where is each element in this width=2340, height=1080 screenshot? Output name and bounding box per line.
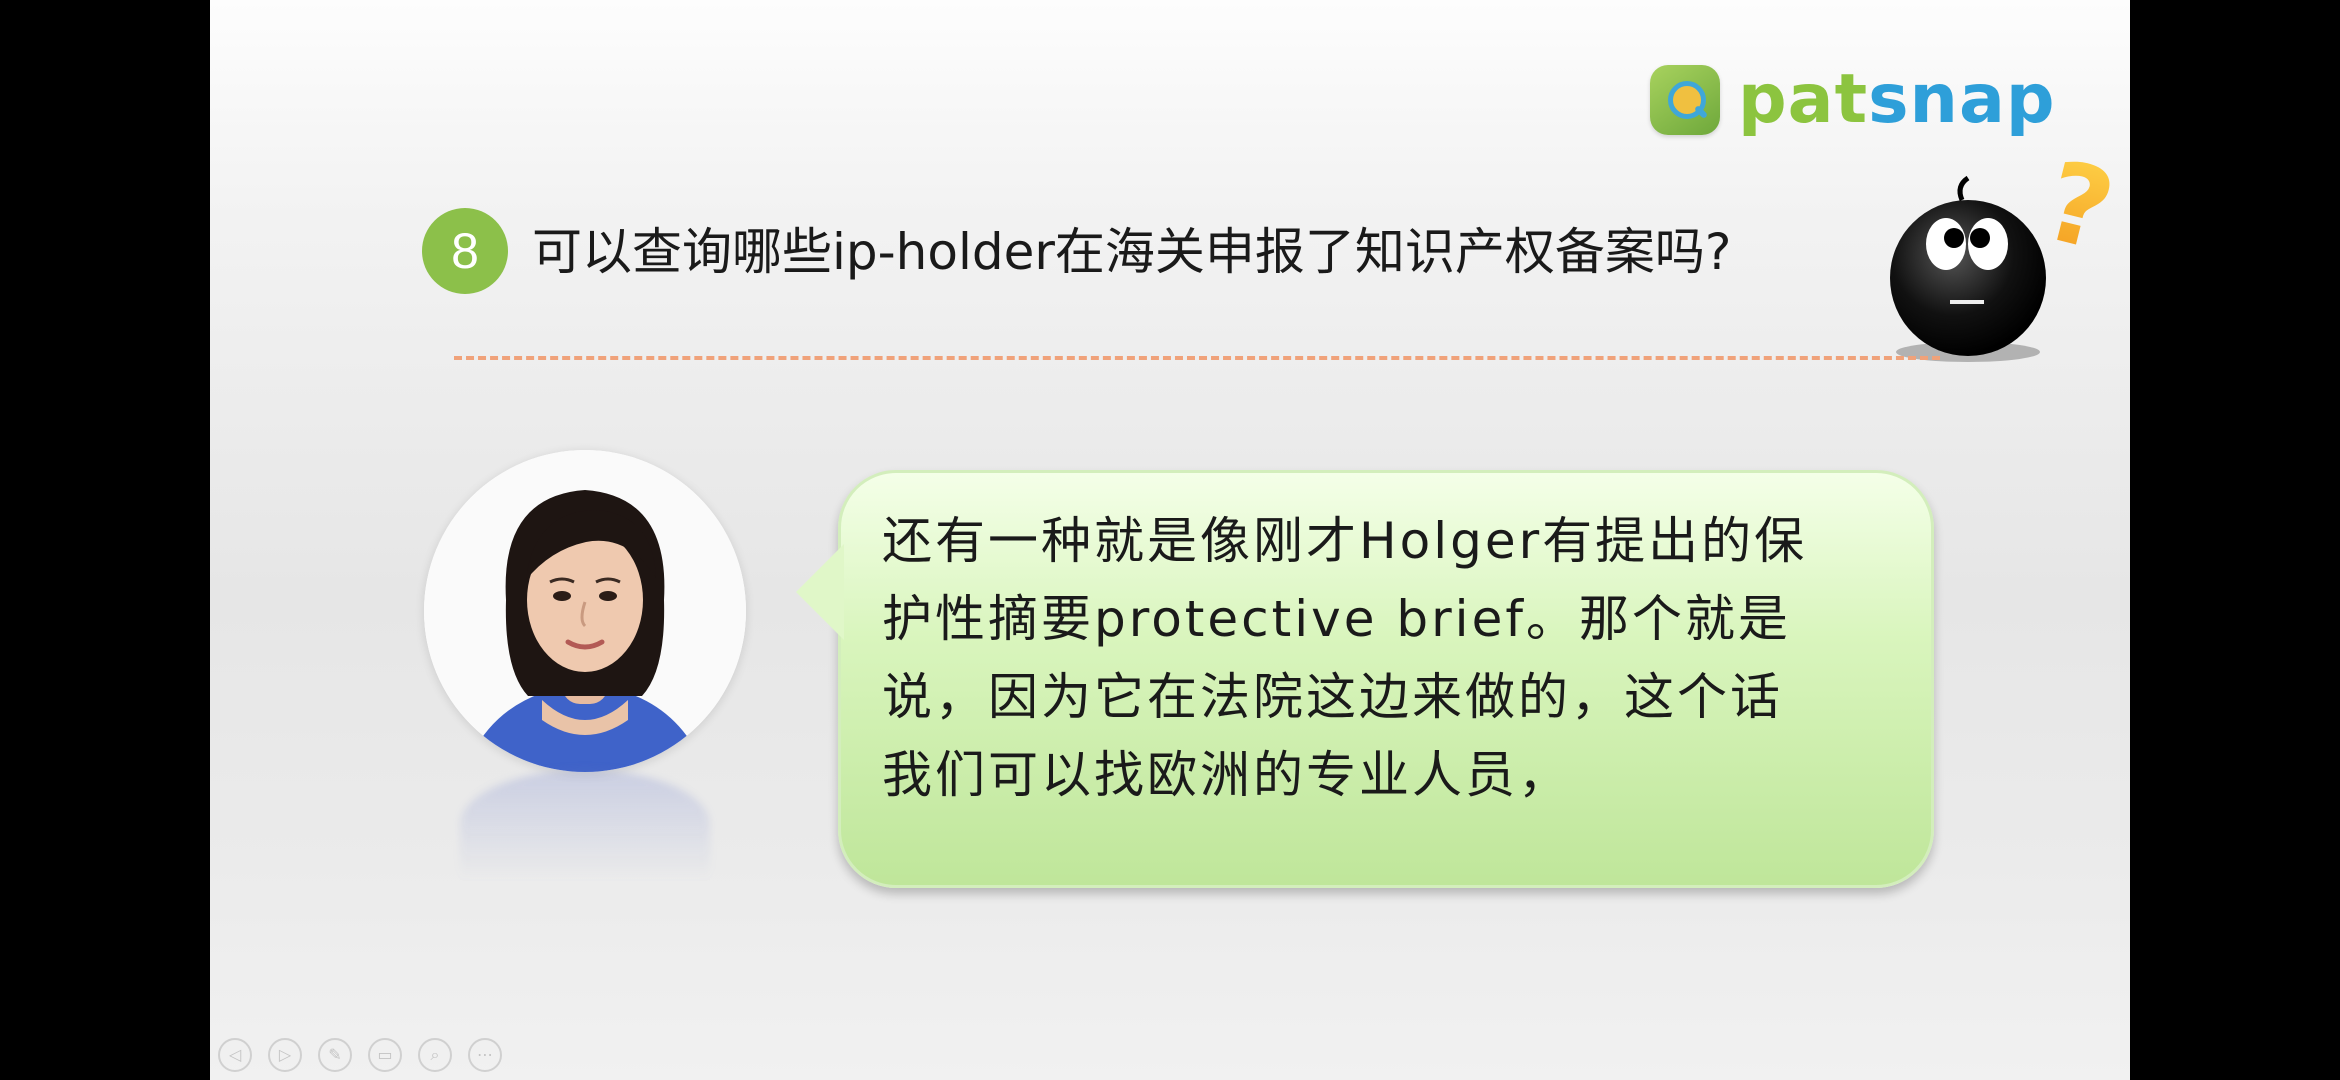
speech-bubble-text: 还有一种就是像刚才Holger有提出的保 护性摘要protective brie… (882, 512, 1808, 804)
speaker-avatar (424, 450, 746, 772)
forward-icon[interactable]: ▷ (268, 1038, 302, 1072)
woman-portrait-icon (424, 450, 746, 772)
speech-bubble-tail (796, 544, 844, 640)
presentation-slide: patsnap ? 8 可以查询哪些ip-holder在海关申报了知识产权备案吗… (210, 0, 2130, 1080)
dashed-divider (454, 356, 1940, 360)
confused-face-icon: ? (1890, 140, 2110, 362)
patsnap-logo: patsnap (1650, 58, 2056, 142)
avatar-reflection (460, 770, 710, 880)
question-mark-icon: ? (2033, 140, 2110, 276)
logo-text: patsnap (1738, 60, 2056, 139)
slides-icon[interactable]: ▭ (368, 1038, 402, 1072)
question-heading: 可以查询哪些ip-holder在海关申报了知识产权备案吗? (532, 223, 1732, 281)
pen-icon[interactable]: ✎ (318, 1038, 352, 1072)
question-number-badge: 8 (422, 208, 508, 294)
slideshow-toolbar: ◁ ▷ ✎ ▭ ⌕ ⋯ (218, 1038, 502, 1072)
video-frame: patsnap ? 8 可以查询哪些ip-holder在海关申报了知识产权备案吗… (0, 0, 2340, 1080)
more-icon[interactable]: ⋯ (468, 1038, 502, 1072)
back-icon[interactable]: ◁ (218, 1038, 252, 1072)
zoom-icon[interactable]: ⌕ (418, 1038, 452, 1072)
magnifier-logo-icon (1650, 65, 1720, 135)
